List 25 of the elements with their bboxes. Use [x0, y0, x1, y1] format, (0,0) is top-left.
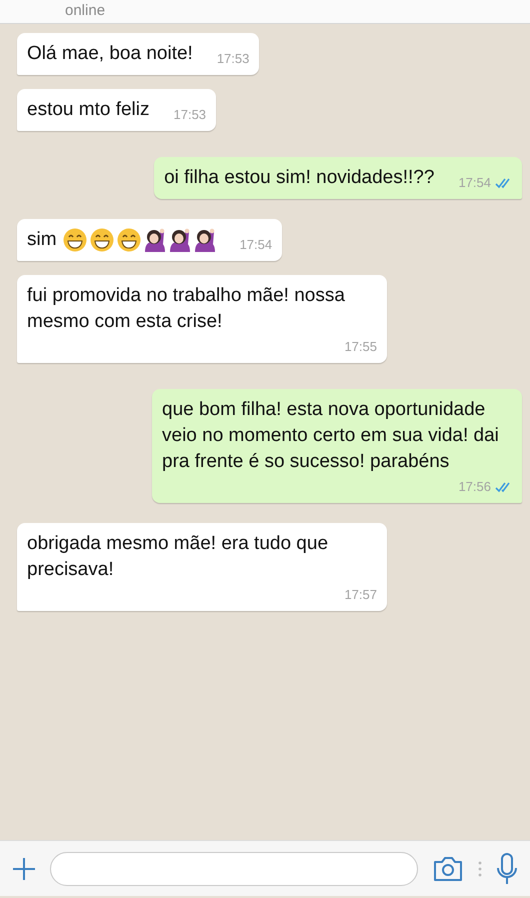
message-time: 17:55	[344, 339, 377, 355]
message-text: oi filha estou sim! novidades!!??	[164, 166, 434, 190]
raising-hand-person-icon	[168, 228, 191, 252]
contact-status: online	[65, 2, 106, 20]
add-icon[interactable]	[12, 856, 36, 880]
message-text: estou mto feliz	[27, 98, 150, 122]
raising-hand-person-icon	[194, 228, 216, 252]
camera-icon[interactable]	[432, 854, 464, 882]
message-text: obrigada mesmo mãe! era tudo que precisava!	[27, 532, 330, 582]
message-text: fui promovida no trabalho mãe! nossa mesmo com esta crise!	[27, 284, 346, 334]
message-text: sim	[27, 228, 57, 252]
message-text: Olá mae, boa noite!	[27, 42, 193, 66]
message-text: que bom filha! esta nova oportunidade veio no momento certo em sua vida! dai pra frente é so sucesso! parabéns	[162, 398, 500, 474]
message-time: 17:56	[458, 479, 491, 495]
grinning-face-icon	[62, 228, 87, 252]
message-time: 17:54	[240, 237, 272, 253]
raising-hand-person-icon	[144, 228, 166, 252]
message-time: 17:54	[458, 175, 491, 191]
grinning-face-icon	[116, 228, 141, 252]
grinning-face-icon	[90, 228, 114, 252]
message-time: 17:53	[216, 51, 250, 67]
message-time: 17:53	[174, 107, 206, 123]
message-time: 17:57	[344, 587, 377, 603]
message-input-field[interactable]	[50, 852, 418, 886]
microphone-icon[interactable]	[496, 852, 518, 884]
